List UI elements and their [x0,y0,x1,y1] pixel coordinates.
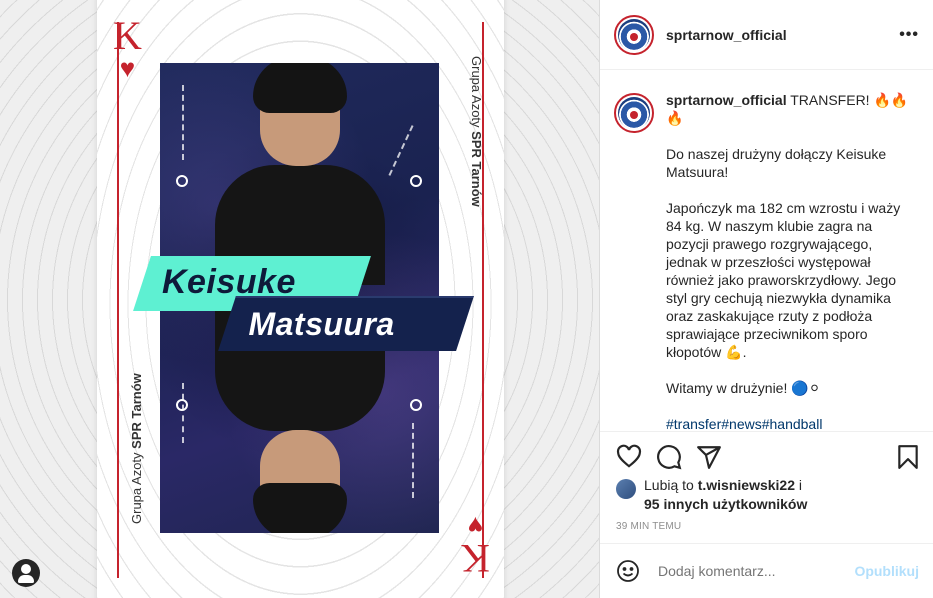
caption-text: sprtarnow_official TRANSFER! 🔥🔥🔥 Do nasz… [666,91,916,431]
player-figure-top [214,63,385,285]
caption-scroll-area[interactable]: sprtarnow_official TRANSFER! 🔥🔥🔥 Do nasz… [600,71,933,431]
heart-suit-icon: ♥ [467,511,484,540]
tagged-users-icon[interactable] [12,559,40,587]
more-horizontal-icon[interactable]: ••• [899,26,919,44]
comment-bar: Opublikuj [600,543,933,598]
emoji-icon[interactable] [616,559,640,583]
caption-avatar[interactable] [614,93,654,133]
post-actions [600,431,933,481]
playing-card-graphic: K ♥ K ♥ Grupa Azoty SPR Tarnów Grupa Azo… [97,0,504,598]
liker-avatar[interactable] [616,479,636,499]
tactic-arrow [182,383,184,443]
tactic-circle [176,399,188,411]
bookmark-icon[interactable] [895,444,921,470]
post-side-panel: sprtarnow_official ••• sprtarnow_officia… [600,0,933,598]
caption-paragraph: Witamy w drużynie! 🔵⚪ [666,380,821,396]
share-icon[interactable] [696,444,722,470]
heart-icon[interactable] [616,444,642,470]
tactic-arrow [182,85,184,160]
caption-paragraph: Japończyk ma 182 cm wzrostu i waży 84 kg… [666,200,901,360]
likes-others-link[interactable]: 95 innych użytkowników [644,496,807,512]
player-figure-bottom [214,311,385,533]
card-rank: K [113,13,142,58]
likes-summary: Lubią to t.wisniewski22 i 95 innych użyt… [616,476,807,514]
post-header: sprtarnow_official ••• [600,0,933,70]
card-rank: K [461,536,490,581]
heart-suit-icon: ♥ [119,54,136,83]
caption-paragraph: Do naszej drużyny dołączy Keisuke Matsuu… [666,146,887,180]
tactic-circle [410,399,422,411]
comment-icon[interactable] [656,444,682,470]
header-username[interactable]: sprtarnow_official [666,27,787,43]
caption-hashtags[interactable]: #transfer#news#handball [666,415,916,431]
comment-input[interactable] [658,563,848,579]
post-image-area[interactable]: K ♥ K ♥ Grupa Azoty SPR Tarnów Grupa Azo… [0,0,600,598]
card-corner-bottom: K ♥ [461,511,490,581]
post-comment-button[interactable]: Opublikuj [854,563,919,579]
post-timestamp[interactable]: 39 MIN TEMU [616,521,681,532]
card-side-text-right: Grupa Azoty SPR Tarnów [469,56,484,207]
card-side-text-left: Grupa Azoty SPR Tarnów [129,373,144,524]
tactic-arrow [412,423,414,498]
last-name-banner: Matsuura [218,296,474,351]
card-corner-top: K ♥ [113,16,142,82]
profile-avatar[interactable] [614,14,654,55]
tactic-circle [410,175,422,187]
tactic-circle [176,175,188,187]
caption-username[interactable]: sprtarnow_official [666,92,787,108]
liker-username[interactable]: t.wisniewski22 [698,477,795,493]
